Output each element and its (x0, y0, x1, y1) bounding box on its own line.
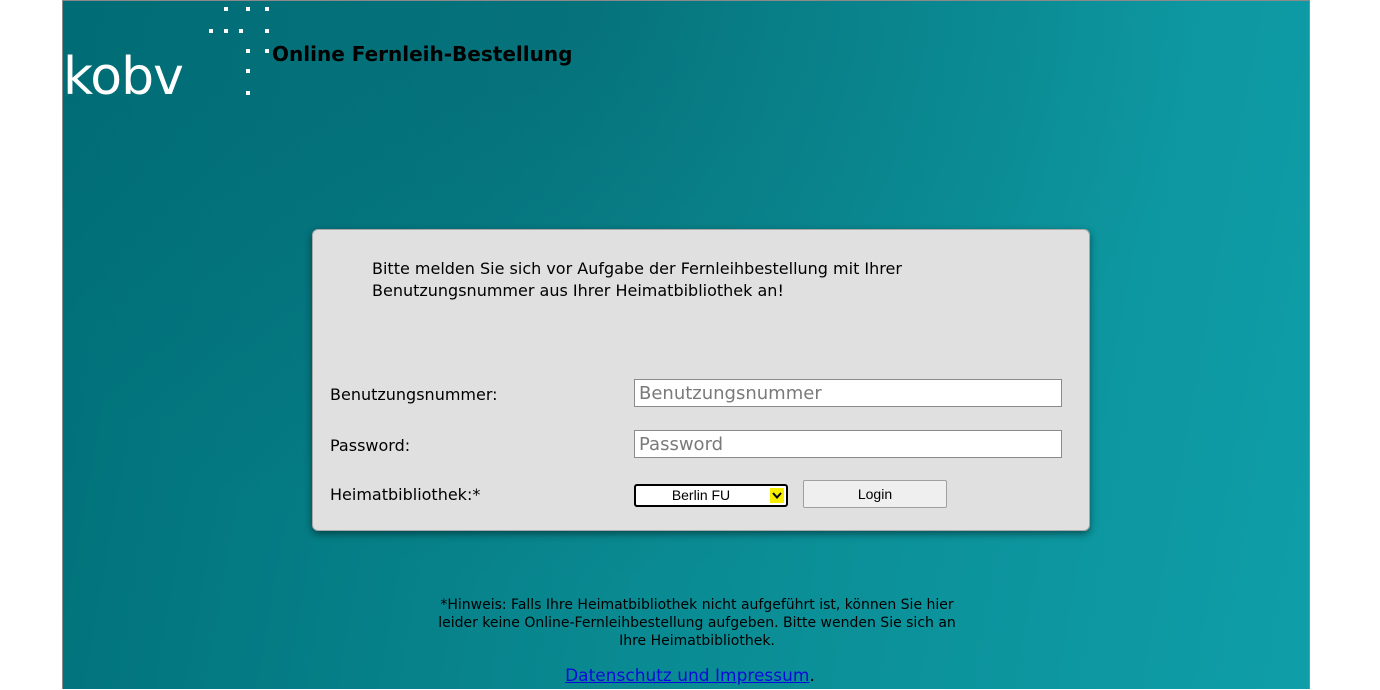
kobv-logo: kobv (63, 47, 184, 107)
footer: Datenschutz und Impressum. (0, 666, 1380, 686)
home-library-selected: Berlin FU (671, 487, 731, 503)
user-number-label: Benutzungsnummer: (330, 385, 498, 404)
home-library-select[interactable]: Berlin FU (634, 484, 788, 507)
user-number-input[interactable] (634, 379, 1062, 407)
chevron-down-icon (770, 488, 784, 503)
login-panel: Bitte melden Sie sich vor Aufgabe der Fe… (312, 229, 1090, 531)
login-button[interactable]: Login (803, 480, 947, 508)
logo-dots (203, 7, 273, 102)
library-hint: *Hinweis: Falls Ihre Heimatbibliothek ni… (438, 597, 956, 649)
footer-suffix: . (809, 666, 815, 686)
password-label: Password: (330, 436, 411, 455)
password-input[interactable] (634, 430, 1062, 458)
login-intro-text: Bitte melden Sie sich vor Aufgabe der Fe… (372, 259, 902, 300)
home-library-label: Heimatbibliothek:* (330, 485, 481, 504)
page-title: Online Fernleih-Bestellung (272, 42, 573, 66)
page-background: kobv Online Fernleih-Bestellung Bitte me… (62, 0, 1310, 689)
privacy-imprint-link[interactable]: Datenschutz und Impressum (565, 666, 809, 686)
